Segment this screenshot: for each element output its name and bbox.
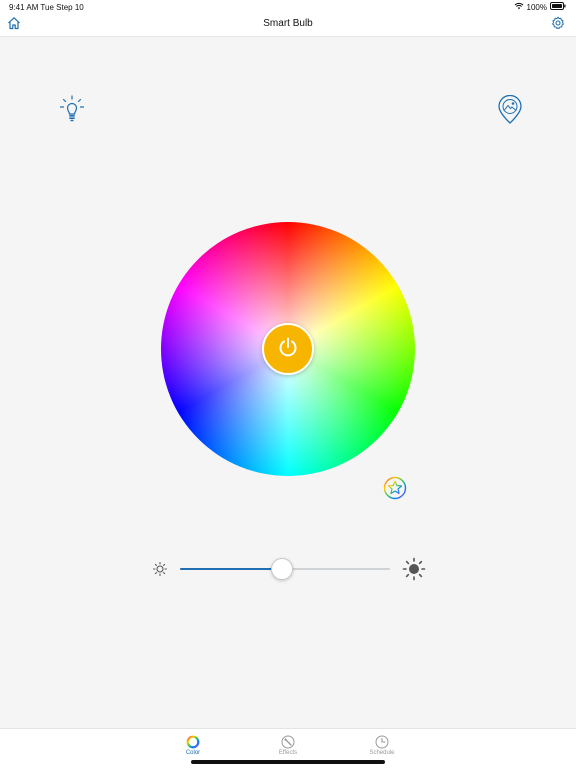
magic-wand-icon xyxy=(281,735,295,749)
tab-effects-label: Effects xyxy=(278,750,298,756)
map-pin-icon xyxy=(497,94,523,130)
gear-icon xyxy=(551,16,565,35)
status-time-date: 9:41 AM Tue Step 10 xyxy=(9,3,84,12)
color-wheel[interactable] xyxy=(161,222,415,476)
navigation-bar: Smart Bulb xyxy=(0,14,576,37)
battery-icon xyxy=(550,2,566,12)
tab-schedule[interactable]: Schedule xyxy=(352,735,412,756)
tab-schedule-label: Schedule xyxy=(369,750,395,756)
tab-bar: Color Effects Schedule xyxy=(0,728,576,769)
color-ring-icon xyxy=(186,735,200,749)
tab-effects[interactable]: Effects xyxy=(258,735,318,756)
bulb-button[interactable] xyxy=(58,94,86,128)
tab-color[interactable]: Color xyxy=(163,735,223,756)
clock-icon xyxy=(375,735,389,749)
light-bulb-icon xyxy=(59,94,85,128)
brightness-high-icon xyxy=(402,557,426,586)
slider-thumb[interactable] xyxy=(270,558,293,580)
status-right: 100% xyxy=(514,2,566,12)
tab-color-label: Color xyxy=(185,750,201,756)
status-bar: 9:41 AM Tue Step 10 100% xyxy=(0,0,576,14)
rainbow-star-icon xyxy=(383,476,407,505)
home-indicator xyxy=(191,760,385,764)
battery-percent: 100% xyxy=(526,2,547,12)
settings-button[interactable] xyxy=(549,16,567,34)
brightness-slider[interactable] xyxy=(150,556,430,582)
wifi-icon xyxy=(514,2,524,12)
brightness-low-icon xyxy=(152,561,168,582)
scene-button[interactable] xyxy=(495,94,525,130)
power-icon xyxy=(277,336,299,363)
power-button[interactable] xyxy=(262,323,314,375)
page-title: Smart Bulb xyxy=(263,18,313,29)
favorite-color-button[interactable] xyxy=(382,476,408,505)
slider-fill xyxy=(180,568,281,570)
